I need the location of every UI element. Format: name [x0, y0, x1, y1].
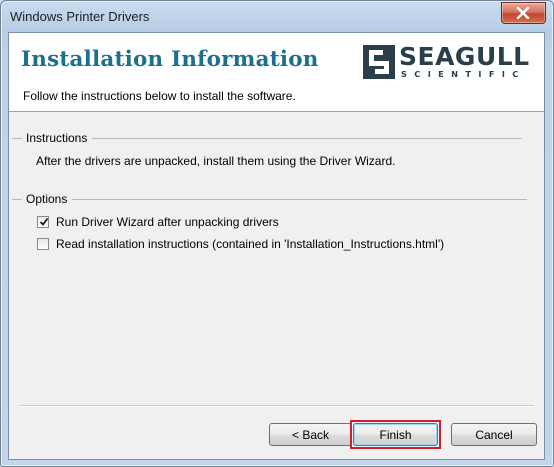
checkmark-icon [39, 217, 49, 226]
run-driver-wizard-checkbox[interactable] [37, 216, 49, 228]
footer-separator [20, 405, 534, 407]
options-group-label: Options [26, 192, 68, 206]
instructions-group-label: Instructions [26, 131, 88, 145]
installer-window: Windows Printer Drivers Installation Inf… [0, 0, 554, 467]
logo-subtext: SCIENTIFIC [401, 69, 526, 79]
page-subtitle: Follow the instructions below to install… [23, 89, 296, 103]
divider [92, 137, 523, 139]
close-icon [516, 7, 530, 19]
run-driver-wizard-option[interactable]: Run Driver Wizard after unpacking driver… [37, 215, 279, 229]
cancel-button[interactable]: Cancel [451, 423, 537, 446]
seagull-logo: SEAGULL SCIENTIFIC [363, 43, 541, 83]
read-instructions-checkbox[interactable] [37, 238, 49, 250]
finish-highlight-annotation [350, 420, 441, 449]
seagull-logo-mark-icon [363, 45, 395, 79]
run-driver-wizard-label[interactable]: Run Driver Wizard after unpacking driver… [56, 215, 279, 229]
divider [12, 137, 22, 139]
logo-wordmark: SEAGULL [399, 42, 530, 71]
page-title: Installation Information [21, 47, 319, 72]
close-button[interactable] [501, 2, 546, 24]
read-instructions-label[interactable]: Read installation instructions (containe… [56, 237, 444, 251]
instructions-text: After the drivers are unpacked, install … [36, 154, 396, 168]
back-button[interactable]: < Back [269, 423, 352, 446]
instructions-group-header: Instructions [12, 131, 523, 145]
window-title: Windows Printer Drivers [10, 9, 150, 24]
wizard-header: Installation Information Follow the inst… [9, 33, 544, 112]
divider [72, 198, 528, 200]
options-group-header: Options [12, 192, 528, 206]
read-instructions-option[interactable]: Read installation instructions (containe… [37, 237, 444, 251]
title-bar[interactable]: Windows Printer Drivers [1, 1, 553, 32]
dialog-client-area: Installation Information Follow the inst… [8, 32, 545, 460]
divider [12, 198, 22, 200]
